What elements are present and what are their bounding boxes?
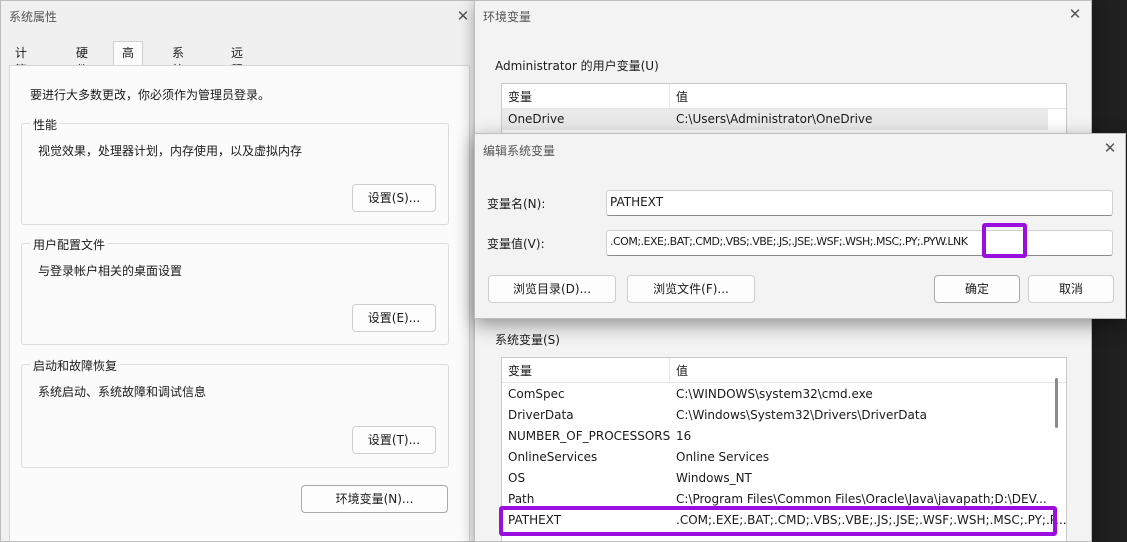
table-row[interactable]: OneDrive C:\Users\Administrator\OneDrive bbox=[502, 109, 1048, 130]
column-header-value[interactable]: 值 bbox=[676, 88, 688, 105]
row-variable-value: Windows_NT bbox=[676, 471, 752, 485]
row-variable-value: Online Services bbox=[676, 450, 770, 464]
ok-button[interactable]: 确定 bbox=[934, 275, 1020, 303]
list-header: 变量 值 bbox=[502, 84, 1066, 109]
list-header: 变量 值 bbox=[502, 358, 1066, 383]
advanced-tab-panel: 要进行大多数更改，你必须作为管理员登录。 性能 视觉效果，处理器计划，内存使用，… bbox=[9, 65, 470, 541]
performance-label: 性能 bbox=[30, 116, 61, 133]
row-variable-name: OnlineServices bbox=[508, 450, 598, 464]
close-icon[interactable]: ✕ bbox=[448, 4, 476, 28]
title-bar: 环境变量 ✕ bbox=[475, 1, 1091, 31]
user-profiles-desc: 与登录帐户相关的桌面设置 bbox=[38, 264, 183, 278]
variable-value-field[interactable]: .COM;.EXE;.BAT;.CMD;.VBS;.VBE;.JS;.JSE;.… bbox=[606, 230, 1113, 256]
variable-name-field[interactable]: PATHEXT bbox=[606, 190, 1113, 216]
system-properties-window: 系统属性 ✕ 计算机名 硬件 高级 系统保护 远程 要进行大多数更改，你必须作为… bbox=[0, 0, 477, 542]
row-variable-value: C:\Program Files\Common Files\Oracle\Jav… bbox=[676, 492, 1047, 506]
cancel-button[interactable]: 取消 bbox=[1028, 275, 1114, 303]
performance-group: 性能 视觉效果，处理器计划，内存使用，以及虚拟内存 设置(S)... bbox=[21, 116, 449, 225]
user-profiles-settings-button[interactable]: 设置(E)... bbox=[352, 304, 436, 332]
row-variable-name: ComSpec bbox=[508, 387, 565, 401]
row-variable-name: OS bbox=[508, 471, 526, 485]
title-bar: 编辑系统变量 ✕ bbox=[475, 134, 1125, 164]
edit-system-variable-dialog: 编辑系统变量 ✕ 变量名(N): PATHEXT 变量值(V): .COM;.E… bbox=[474, 133, 1126, 319]
startup-recovery-group: 启动和故障恢复 系统启动、系统故障和调试信息 设置(T)... bbox=[21, 357, 449, 468]
variable-value-text: .COM;.EXE;.BAT;.CMD;.VBS;.VBE;.JS;.JSE;.… bbox=[610, 235, 968, 248]
window-title: 系统属性 bbox=[9, 10, 58, 24]
window-title: 编辑系统变量 bbox=[483, 144, 556, 158]
title-bar: 系统属性 ✕ bbox=[1, 1, 476, 31]
user-profiles-label: 用户配置文件 bbox=[30, 236, 109, 253]
environment-variables-button[interactable]: 环境变量(N)... bbox=[301, 485, 448, 513]
user-variables-label: Administrator 的用户变量(U) bbox=[495, 59, 659, 73]
startup-recovery-desc: 系统启动、系统故障和调试信息 bbox=[38, 385, 207, 399]
row-variable-value: 16 bbox=[676, 429, 692, 443]
row-variable-value: C:\Users\Administrator\OneDrive bbox=[676, 112, 873, 126]
tab-advanced[interactable]: 高级 bbox=[113, 41, 144, 82]
row-variable-name: Path bbox=[508, 492, 535, 506]
variable-name-label: 变量名(N): bbox=[487, 197, 546, 211]
row-variable-name: DriverData bbox=[508, 408, 574, 422]
column-header-variable[interactable]: 变量 bbox=[508, 88, 532, 105]
startup-recovery-settings-button[interactable]: 设置(T)... bbox=[352, 426, 436, 454]
row-variable-value: C:\WINDOWS\system32\cmd.exe bbox=[676, 387, 873, 401]
admin-note: 要进行大多数更改，你必须作为管理员登录。 bbox=[30, 88, 271, 102]
variable-name-value: PATHEXT bbox=[610, 195, 664, 209]
browse-file-button[interactable]: 浏览文件(F)... bbox=[627, 275, 755, 303]
column-header-value[interactable]: 值 bbox=[676, 362, 688, 379]
scrollbar-thumb[interactable] bbox=[1055, 378, 1058, 428]
close-icon[interactable]: ✕ bbox=[1060, 2, 1090, 26]
system-variables-label: 系统变量(S) bbox=[495, 333, 560, 347]
lnk-highlight bbox=[982, 223, 1027, 258]
row-variable-name: OneDrive bbox=[508, 112, 565, 126]
window-title: 环境变量 bbox=[483, 10, 532, 24]
row-variable-name: NUMBER_OF_PROCESSORS bbox=[508, 429, 671, 443]
close-icon[interactable]: ✕ bbox=[1095, 136, 1125, 160]
variable-value-suffix: .LNK bbox=[944, 235, 968, 248]
performance-settings-button[interactable]: 设置(S)... bbox=[352, 184, 436, 212]
column-header-variable[interactable]: 变量 bbox=[508, 362, 532, 379]
startup-recovery-label: 启动和故障恢复 bbox=[30, 357, 121, 374]
row-variable-value: C:\Windows\System32\Drivers\DriverData bbox=[676, 408, 927, 422]
user-profiles-group: 用户配置文件 与登录帐户相关的桌面设置 设置(E)... bbox=[21, 236, 449, 345]
column-divider[interactable] bbox=[669, 84, 670, 108]
variable-value-prefix: .COM;.EXE;.BAT;.CMD;.VBS;.VBE;.JS;.JSE;.… bbox=[610, 235, 945, 248]
performance-desc: 视觉效果，处理器计划，内存使用，以及虚拟内存 bbox=[38, 144, 303, 158]
column-divider[interactable] bbox=[669, 358, 670, 382]
variable-value-label: 变量值(V): bbox=[487, 237, 545, 251]
pathext-row-highlight bbox=[499, 506, 1057, 536]
browse-directory-button[interactable]: 浏览目录(D)... bbox=[488, 275, 616, 303]
